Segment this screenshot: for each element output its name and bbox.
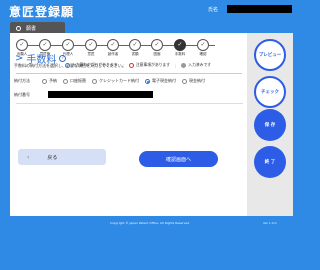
action-sidebar: プレビュー チェック 保 存 終 了 xyxy=(247,33,293,216)
step-check-icon: ✓ xyxy=(39,39,51,51)
payment-option-5[interactable]: 現金納付 xyxy=(182,78,205,84)
step-check-icon: ✓ xyxy=(174,39,186,51)
copyright: Copyright © Japan Patent Office. All Rig… xyxy=(109,221,191,225)
step-label: 意匠 xyxy=(87,52,95,56)
step-6[interactable]: ✓ 書類 xyxy=(125,39,145,57)
divider xyxy=(16,73,242,74)
payment-number-row: 納付番号 xyxy=(14,91,153,98)
payment-number-label: 納付番号 xyxy=(14,91,30,97)
step-8[interactable]: ✓ 手数料 xyxy=(170,39,190,57)
save-button[interactable]: 保 存 xyxy=(254,109,286,141)
done-indicator-icon xyxy=(181,62,187,68)
step-7[interactable]: ✓ 図面 xyxy=(147,39,167,57)
payment-option-label: クレジットカード納付 xyxy=(99,78,139,83)
preview-button[interactable]: プレビュー xyxy=(254,39,286,71)
payment-option-1[interactable]: 予納 xyxy=(42,78,57,84)
help-icon[interactable]: ? xyxy=(59,55,67,62)
radio-icon xyxy=(92,78,97,84)
step-label: 創作者 xyxy=(107,52,119,56)
radio-icon xyxy=(145,78,150,84)
warning-indicator-icon xyxy=(128,62,134,68)
chevron-left-icon: ‹ xyxy=(27,153,30,161)
step-check-icon: ✓ xyxy=(151,39,163,51)
step-check-icon: ✓ xyxy=(85,39,97,51)
back-button[interactable]: ‹ 戻る xyxy=(18,149,106,165)
payment-method-row: 納付方法 予納 口座振替 クレジットカード納付 電子現金納付 現金納付 xyxy=(14,78,205,84)
step-check-icon: ✓ xyxy=(62,39,74,51)
payment-option-label: 予納 xyxy=(49,78,57,83)
app-title: 意匠登録願 xyxy=(9,5,75,19)
payment-option-label: 現金納付 xyxy=(189,78,205,83)
payment-method-options: 予納 口座振替 クレジットカード納付 電子現金納付 現金納付 xyxy=(42,78,205,84)
payment-option-2[interactable]: 口座振替 xyxy=(63,78,86,84)
step-4[interactable]: ✓ 意匠 xyxy=(81,39,101,57)
legend-warning: 注意事項があります xyxy=(135,62,171,67)
step-label: 書類 xyxy=(131,52,139,56)
payment-option-4[interactable]: 電子現金納付 xyxy=(145,78,176,84)
step-label: 手数料 xyxy=(174,52,186,56)
check-button[interactable]: チェック xyxy=(254,76,286,108)
finish-button[interactable]: 終 了 xyxy=(254,146,286,178)
step-check-icon: ✓ xyxy=(107,39,119,51)
back-button-label: 戻る xyxy=(47,154,58,161)
chevron-icon xyxy=(16,25,21,31)
fee-description: 手数料の納付方法を選択し、必要な項目を入力してください。 xyxy=(14,63,126,68)
legend-done: 入力済みです xyxy=(188,62,212,67)
name-redacted xyxy=(227,5,292,13)
payment-option-label: 口座振替 xyxy=(70,78,86,83)
step-check-icon: ✓ xyxy=(16,39,28,51)
radio-icon xyxy=(182,78,187,84)
app-header: 意匠登録願 氏名 xyxy=(0,0,300,22)
radio-icon xyxy=(63,78,68,84)
name-label: 氏名 xyxy=(208,7,219,13)
step-5[interactable]: ✓ 創作者 xyxy=(103,39,123,57)
step-check-icon: ✓ xyxy=(197,39,209,51)
divider xyxy=(16,103,243,104)
payment-option-label: 電子現金納付 xyxy=(152,78,176,83)
step-check-icon: ✓ xyxy=(129,39,141,51)
step-9[interactable]: ✓ 確認 xyxy=(193,39,213,57)
confirm-button[interactable]: 確認画面へ xyxy=(139,151,218,167)
payment-option-3[interactable]: クレジットカード納付 xyxy=(92,78,139,84)
payment-number-field[interactable] xyxy=(48,91,153,98)
payment-method-label: 納付方法 xyxy=(14,78,30,83)
step-label: 確認 xyxy=(199,52,207,56)
section-tab-label: 願書 xyxy=(26,25,37,32)
step-label: 図面 xyxy=(153,52,161,56)
version-label: Ver 1.0.0 xyxy=(263,221,277,225)
radio-icon xyxy=(42,78,47,84)
